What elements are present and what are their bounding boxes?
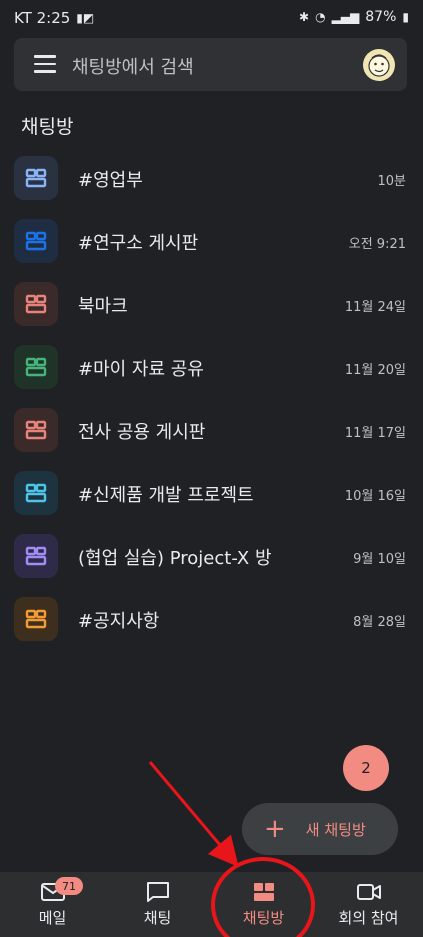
- chat-icon: [146, 882, 169, 902]
- avatar[interactable]: [363, 49, 395, 81]
- battery-icon: ▮: [402, 10, 409, 24]
- chat-room-item[interactable]: #연구소 게시판 오전 9:21: [0, 213, 423, 276]
- chat-room-time: 11월 17일: [344, 426, 406, 441]
- chat-room-icon: [14, 534, 58, 578]
- chat-room-item[interactable]: 북마크 11월 24일: [0, 276, 423, 339]
- new-chat-room-label: 새 채팅방: [305, 820, 366, 839]
- notification-icon: ▮◩: [76, 11, 95, 25]
- chat-room-item[interactable]: #신제품 개발 프로젝트 10월 16일: [0, 465, 423, 528]
- chat-room-name: 전사 공용 게시판: [78, 422, 206, 443]
- new-chat-room-button[interactable]: + 새 채팅방: [242, 803, 398, 855]
- chat-room-icon: [14, 408, 58, 452]
- chat-room-icon: [14, 597, 58, 641]
- battery-level: 87%: [365, 9, 397, 25]
- chat-rooms-icon: [253, 883, 274, 901]
- nav-meeting-label: 회의 참여: [338, 909, 399, 927]
- signal-icon: ▂▄▆: [331, 10, 360, 24]
- search-bar[interactable]: 채팅방에서 검색: [14, 38, 407, 91]
- chat-room-time: 오전 9:21: [348, 237, 406, 252]
- search-input[interactable]: 채팅방에서 검색: [72, 53, 194, 79]
- nav-chat-label: 채팅: [143, 909, 172, 927]
- chat-room-item[interactable]: 전사 공용 게시판 11월 17일: [0, 402, 423, 465]
- chat-room-item[interactable]: (협업 실습) Project-X 방 9월 10일: [0, 528, 423, 591]
- chat-room-icon: [14, 471, 58, 515]
- status-time: KT 2:25: [14, 9, 71, 27]
- chat-room-time: 10분: [377, 174, 406, 189]
- bluetooth-icon: ✱: [299, 10, 310, 24]
- chat-room-item[interactable]: #영업부 10분: [0, 150, 423, 213]
- nav-chat-rooms[interactable]: 채팅방: [211, 872, 316, 937]
- chat-room-name: #연구소 게시판: [78, 233, 199, 254]
- video-icon: [356, 884, 381, 900]
- chat-room-time: 8월 28일: [353, 615, 406, 630]
- chat-room-name: #마이 자료 공유: [78, 359, 204, 380]
- chat-room-name: #영업부: [78, 170, 143, 191]
- chat-room-list: #영업부 10분 #연구소 게시판 오전 9:21 북마크 11월 24일 #마이 자료 공…: [0, 150, 423, 654]
- nav-mail[interactable]: 메일: [0, 872, 105, 937]
- chat-room-name: 북마크: [78, 296, 128, 317]
- nav-mail-label: 메일: [38, 909, 67, 927]
- nav-meeting[interactable]: 회의 참여: [316, 872, 421, 937]
- chat-room-name: #공지사항: [78, 611, 160, 632]
- mail-badge: 71: [55, 877, 83, 895]
- nav-chat-rooms-label: 채팅방: [242, 909, 285, 927]
- chat-room-item[interactable]: #공지사항 8월 28일: [0, 591, 423, 654]
- chat-room-item[interactable]: #마이 자료 공유 11월 20일: [0, 339, 423, 402]
- chat-room-icon: [14, 282, 58, 326]
- status-bar: KT 2:25 ▮◩ ✱ ◔ ▂▄▆ 87% ▮: [0, 0, 423, 34]
- chat-room-icon: [14, 156, 58, 200]
- chat-room-time: 9월 10일: [353, 552, 406, 567]
- chat-room-time: 11월 20일: [344, 363, 406, 378]
- chat-room-name: #신제품 개발 프로젝트: [78, 485, 254, 506]
- wifi-icon: ◔: [315, 10, 326, 24]
- step-badge: 2: [343, 745, 389, 791]
- chat-room-icon: [14, 219, 58, 263]
- chat-room-time: 11월 24일: [344, 300, 406, 315]
- nav-chat[interactable]: 채팅: [105, 872, 210, 937]
- chat-room-time: 10월 16일: [344, 489, 406, 504]
- chat-room-icon: [14, 345, 58, 389]
- plus-icon: +: [264, 814, 286, 844]
- menu-icon[interactable]: [34, 55, 56, 73]
- section-title: 채팅방: [21, 116, 74, 138]
- chat-room-name: (협업 실습) Project-X 방: [78, 548, 272, 569]
